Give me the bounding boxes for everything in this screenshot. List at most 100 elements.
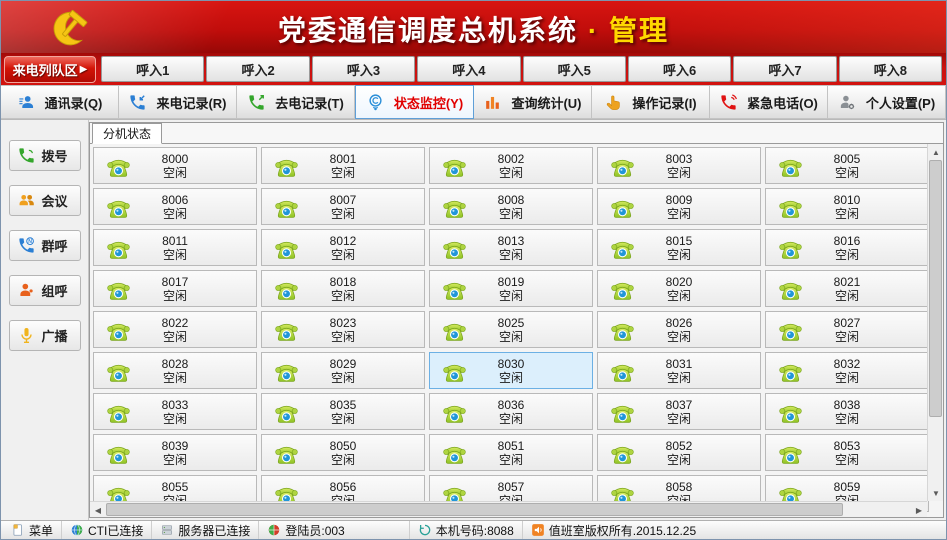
vertical-scrollbar[interactable]: ▲ ▼ <box>927 144 943 501</box>
horizontal-scroll-thumb[interactable] <box>106 503 843 516</box>
queue-tab[interactable]: 呼入6 <box>628 56 731 82</box>
toolbar-button[interactable]: 个人设置(P) <box>828 85 946 119</box>
phone-icon <box>273 152 300 179</box>
extension-cell[interactable]: 8021 空闲 <box>765 270 929 307</box>
app-title-main: 党委通信调度总机系统 <box>278 15 578 46</box>
extension-cell[interactable]: 8020 空闲 <box>597 270 761 307</box>
toolbar-button[interactable]: 紧急电话(O) <box>710 85 828 119</box>
extension-number: 8036 <box>498 398 525 412</box>
queue-tab[interactable]: 呼入2 <box>206 56 309 82</box>
extension-cell[interactable]: 8007 空闲 <box>261 188 425 225</box>
toolbar-button[interactable]: 操作记录(I) <box>592 85 710 119</box>
extension-number: 8037 <box>666 398 693 412</box>
extension-cell[interactable]: 8038 空闲 <box>765 393 929 430</box>
queue-tab-label: 呼入1 <box>136 60 169 79</box>
extension-cell[interactable]: 8032 空闲 <box>765 352 929 389</box>
left-sidebar: 拨号 会议 N 群呼 组呼 广播 <box>1 120 89 520</box>
extension-cell[interactable]: 8050 空闲 <box>261 434 425 471</box>
extension-cell[interactable]: 8029 空闲 <box>261 352 425 389</box>
extension-cell[interactable]: 8031 空闲 <box>597 352 761 389</box>
extension-cell[interactable]: 8026 空闲 <box>597 311 761 348</box>
extension-status: 空闲 <box>835 453 859 467</box>
extension-cell[interactable]: 8003 空闲 <box>597 147 761 184</box>
horizontal-scrollbar[interactable]: ◀ ▶ <box>90 501 927 517</box>
queue-tab[interactable]: 呼入5 <box>523 56 626 82</box>
queue-tab[interactable]: 呼入8 <box>839 56 942 82</box>
extension-cell[interactable]: 8030 空闲 <box>429 352 593 389</box>
extension-cell[interactable]: 8027 空闲 <box>765 311 929 348</box>
queue-tab[interactable]: 呼入1 <box>101 56 204 82</box>
outgoing-call-icon <box>247 93 266 112</box>
scroll-right-icon[interactable]: ▶ <box>911 502 927 517</box>
extension-cell[interactable]: 8008 空闲 <box>429 188 593 225</box>
statusbar-item[interactable]: 菜单 <box>3 521 61 539</box>
queue-tab-bar: 来电列队区 ▶ 呼入1 呼入2 呼入3 呼入4 呼入5 呼入6 呼入7 呼入8 <box>1 53 946 85</box>
extension-cell[interactable]: 8039 空闲 <box>93 434 257 471</box>
statusbar-item-label: 本机号码:8088 <box>436 522 514 539</box>
extension-cell[interactable]: 8036 空闲 <box>429 393 593 430</box>
sidebar-button[interactable]: 组呼 <box>9 275 81 306</box>
tab-extension-status[interactable]: 分机状态 <box>92 123 162 144</box>
extension-cell[interactable]: 8000 空闲 <box>93 147 257 184</box>
sidebar-button[interactable]: 广播 <box>9 320 81 351</box>
extension-cell[interactable]: 8012 空闲 <box>261 229 425 266</box>
phone-icon <box>609 275 636 302</box>
extension-cell[interactable]: 8028 空闲 <box>93 352 257 389</box>
statusbar-item[interactable]: CTI已连接 <box>61 521 151 539</box>
sidebar-button[interactable]: N 群呼 <box>9 230 81 261</box>
extension-cell[interactable]: 8002 空闲 <box>429 147 593 184</box>
extension-cell[interactable]: 8053 空闲 <box>765 434 929 471</box>
extension-cell[interactable]: 8006 空闲 <box>93 188 257 225</box>
extension-cell[interactable]: 8001 空闲 <box>261 147 425 184</box>
cti-icon <box>70 523 84 537</box>
extension-cell[interactable]: 8016 空闲 <box>765 229 929 266</box>
statusbar-item[interactable]: 本机号码:8088 <box>409 521 522 539</box>
extension-status: 空闲 <box>331 330 355 344</box>
phone-icon <box>777 152 804 179</box>
scroll-up-icon[interactable]: ▲ <box>928 144 943 160</box>
statusbar-item[interactable]: 值班室版权所有.2015.12.25 <box>522 521 704 539</box>
toolbar-button[interactable]: 查询统计(U) <box>474 85 592 119</box>
extension-number: 8023 <box>330 316 357 330</box>
statusbar-item[interactable]: 登陆员:003 <box>258 521 352 539</box>
incoming-queue-button[interactable]: 来电列队区 ▶ <box>4 56 96 83</box>
extension-cell[interactable]: 8013 空闲 <box>429 229 593 266</box>
queue-tab[interactable]: 呼入4 <box>417 56 520 82</box>
extension-number: 8026 <box>666 316 693 330</box>
extension-cell[interactable]: 8037 空闲 <box>597 393 761 430</box>
extension-cell[interactable]: 8009 空闲 <box>597 188 761 225</box>
sidebar-button[interactable]: 拨号 <box>9 140 81 171</box>
extension-cell[interactable]: 8010 空闲 <box>765 188 929 225</box>
queue-tab[interactable]: 呼入7 <box>733 56 836 82</box>
extension-status: 空闲 <box>835 207 859 221</box>
extension-status: 空闲 <box>835 289 859 303</box>
extension-cell[interactable]: 8025 空闲 <box>429 311 593 348</box>
scroll-down-icon[interactable]: ▼ <box>928 485 943 501</box>
toolbar-button[interactable]: 去电记录(T) <box>237 85 355 119</box>
extension-number: 8051 <box>498 439 525 453</box>
statusbar-item[interactable]: 服务器已连接 <box>151 521 258 539</box>
dial-icon <box>17 146 36 165</box>
extension-cell[interactable]: 8018 空闲 <box>261 270 425 307</box>
extension-cell[interactable]: 8051 空闲 <box>429 434 593 471</box>
extension-cell[interactable]: 8022 空闲 <box>93 311 257 348</box>
vertical-scroll-thumb[interactable] <box>929 160 942 417</box>
extension-cell[interactable]: 8033 空闲 <box>93 393 257 430</box>
extension-cell[interactable]: 8019 空闲 <box>429 270 593 307</box>
extension-cell[interactable]: 8035 空闲 <box>261 393 425 430</box>
extension-cell[interactable]: 8005 空闲 <box>765 147 929 184</box>
extension-grid-viewport: 8000 空闲 8001 空闲 8002 空闲 8003 空闲 <box>90 144 943 517</box>
toolbar-button[interactable]: 来电记录(R) <box>119 85 237 119</box>
extension-cell[interactable]: 8052 空闲 <box>597 434 761 471</box>
toolbar-button[interactable]: 通讯录(Q) <box>1 85 119 119</box>
scroll-left-icon[interactable]: ◀ <box>90 502 106 517</box>
queue-tab[interactable]: 呼入3 <box>312 56 415 82</box>
toolbar-button[interactable]: 状态监控(Y) <box>355 85 474 119</box>
extension-number: 8008 <box>498 193 525 207</box>
extension-cell[interactable]: 8015 空闲 <box>597 229 761 266</box>
extension-cell[interactable]: 8011 空闲 <box>93 229 257 266</box>
extension-cell[interactable]: 8023 空闲 <box>261 311 425 348</box>
sidebar-button[interactable]: 会议 <box>9 185 81 216</box>
phone-icon <box>273 439 300 466</box>
extension-cell[interactable]: 8017 空闲 <box>93 270 257 307</box>
